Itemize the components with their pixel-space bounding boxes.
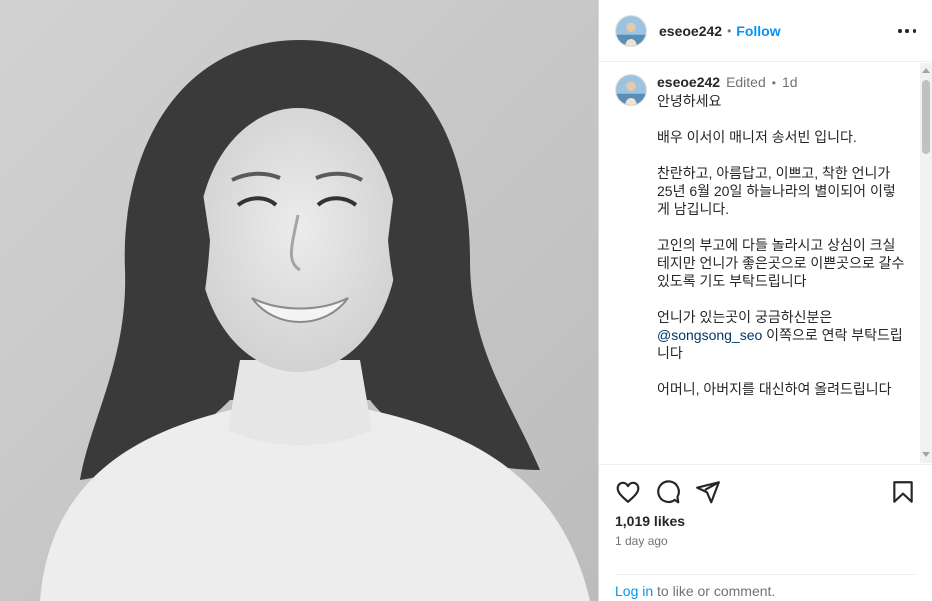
scrollbar-thumb[interactable]	[922, 80, 930, 154]
mention-prefix: 언니가 있는곳이 궁금하신분은	[657, 309, 833, 325]
avatar[interactable]	[615, 14, 647, 47]
login-link[interactable]: Log in	[615, 583, 653, 599]
header-username[interactable]: eseoe242	[659, 23, 722, 39]
caption-paragraph: 안녕하세요	[657, 93, 722, 109]
separator-dot: •	[727, 23, 732, 38]
comments-area: eseoe242 Edited • 1d 안녕하세요 배우 이서이 매니저 송서…	[599, 63, 920, 463]
share-icon[interactable]	[695, 479, 721, 505]
post-sidebar: eseoe242 • Follow eseoe242 Edited • 1d 안…	[598, 0, 932, 601]
follow-button[interactable]: Follow	[736, 23, 780, 39]
caption-paragraph: 어머니, 아버지를 대신하여 올려드립니다	[657, 381, 892, 397]
portrait-photo	[0, 0, 598, 601]
comment-icon[interactable]	[655, 479, 681, 505]
login-prompt-text: to like or comment.	[653, 583, 776, 599]
caption-age[interactable]: 1d	[782, 73, 798, 91]
heart-icon[interactable]	[615, 479, 641, 505]
login-prompt: Log in to like or comment.	[615, 574, 916, 599]
caption-meta: eseoe242 Edited • 1d	[657, 73, 905, 92]
separator-dot: •	[771, 76, 776, 90]
caption-paragraph: 찬란하고, 아름답고, 이쁘고, 착한 언니가 25년 6월 20일 하늘나라의…	[657, 165, 896, 217]
caption-text: 안녕하세요 배우 이서이 매니저 송서빈 입니다. 찬란하고, 아름답고, 이쁘…	[657, 92, 905, 398]
caption-avatar[interactable]	[615, 74, 647, 106]
caption-paragraph: 배우 이서이 매니저 송서빈 입니다.	[657, 129, 857, 145]
mention-link[interactable]: @songsong_seo	[657, 327, 762, 343]
post-header: eseoe242 • Follow	[599, 0, 932, 62]
caption-paragraph-mention: 언니가 있는곳이 궁금하신분은 @songsong_seo 이쪽으로 연락 부탁…	[657, 308, 905, 362]
action-bar: 1,019 likes 1 day ago Log in to like or …	[599, 464, 932, 601]
action-icons-row	[615, 479, 916, 505]
likes-count[interactable]: 1,019 likes	[615, 513, 685, 529]
caption-body: eseoe242 Edited • 1d 안녕하세요 배우 이서이 매니저 송서…	[657, 73, 905, 416]
caption-paragraph: 고인의 부고에 다들 놀라시고 상심이 크실테지만 언니가 좋은곳으로 이쁜곳으…	[657, 237, 905, 289]
scroll-down-arrow-icon[interactable]	[922, 452, 930, 457]
post-timestamp[interactable]: 1 day ago	[615, 534, 668, 548]
scroll-up-arrow-icon[interactable]	[922, 68, 930, 73]
edited-label: Edited	[726, 74, 766, 90]
bookmark-icon[interactable]	[890, 479, 916, 505]
caption: eseoe242 Edited • 1d 안녕하세요 배우 이서이 매니저 송서…	[599, 63, 920, 416]
post-photo[interactable]	[0, 0, 598, 601]
more-options-icon[interactable]	[898, 22, 916, 40]
caption-username[interactable]: eseoe242	[657, 73, 720, 91]
